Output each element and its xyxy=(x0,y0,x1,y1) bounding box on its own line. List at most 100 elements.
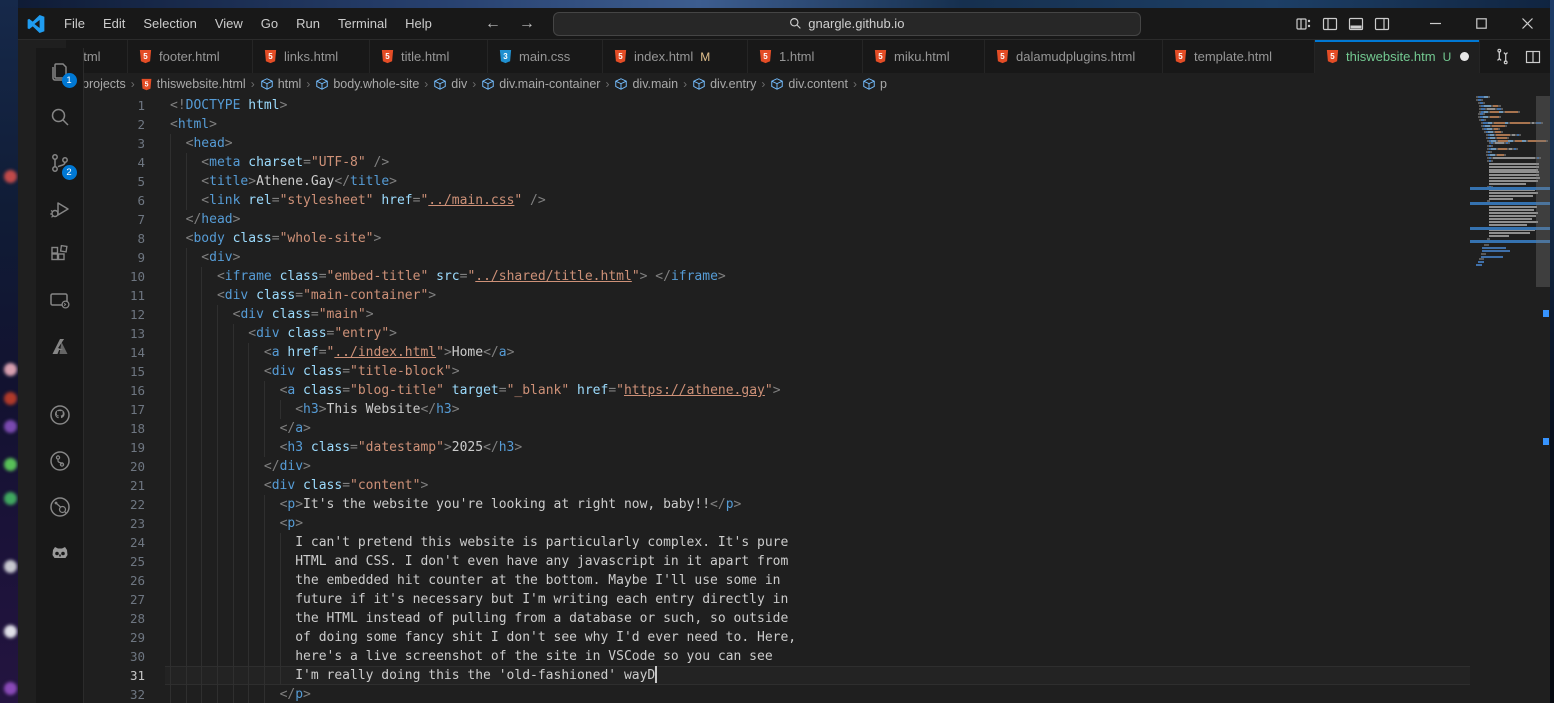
indent-guide xyxy=(248,476,249,495)
close-button[interactable] xyxy=(1504,8,1550,39)
code-text: <h3 class="datestamp">2025</h3> xyxy=(170,438,1470,457)
code-editor[interactable]: 1<!DOCTYPE html>2<html>3<head>4<meta cha… xyxy=(66,95,1550,703)
tab-thiswebsite-html[interactable]: 5thiswebsite.htmlU xyxy=(1315,40,1480,73)
indent-guide xyxy=(217,438,218,457)
tab-title-html[interactable]: 5title.html xyxy=(370,40,488,73)
toggle-primary-sidebar-icon[interactable] xyxy=(1322,16,1338,32)
breadcrumb-item-div[interactable]: div xyxy=(433,77,467,91)
breadcrumb-item-html[interactable]: html xyxy=(260,77,302,91)
tab-main-css[interactable]: 3main.css xyxy=(488,40,603,73)
breadcrumb-separator: › xyxy=(424,77,428,91)
code-text: <p> xyxy=(170,514,1470,533)
customize-layout-icon[interactable] xyxy=(1296,16,1312,32)
godot-icon xyxy=(48,541,72,565)
breadcrumb-item-projects[interactable]: projects xyxy=(82,77,126,91)
breadcrumb-item-thiswebsite-html[interactable]: 5thiswebsite.html xyxy=(140,77,246,91)
tab-label: links.html xyxy=(284,49,338,64)
html-file-icon: 5 xyxy=(995,49,1010,64)
tab-template-html[interactable]: 5template.html xyxy=(1163,40,1315,73)
code-text: HTML and CSS. I don't even have any java… xyxy=(170,552,1470,571)
dirty-indicator[interactable] xyxy=(1460,52,1469,61)
menu-item-run[interactable]: Run xyxy=(287,9,329,39)
maximize-button[interactable] xyxy=(1458,8,1504,39)
code-text: <h3>This Website</h3> xyxy=(170,400,1470,419)
indent-guide xyxy=(248,457,249,476)
tab-links-html[interactable]: 5links.html xyxy=(253,40,370,73)
tab-dalamudplugins-html[interactable]: 5dalamudplugins.html xyxy=(985,40,1163,73)
code-line-content: </div> xyxy=(170,457,1470,476)
command-center-search[interactable]: gnargle.github.io xyxy=(553,12,1141,36)
tab-1-html[interactable]: 51.html xyxy=(748,40,863,73)
menu-item-go[interactable]: Go xyxy=(252,9,287,39)
indent-guide xyxy=(233,514,234,533)
code-text: <div class="title-block"> xyxy=(170,362,1470,381)
indent-guide xyxy=(264,685,265,703)
indent-guide xyxy=(217,647,218,666)
code-line: 3<head> xyxy=(66,134,1470,153)
menu-item-terminal[interactable]: Terminal xyxy=(329,9,396,39)
sidebar-item-azure[interactable] xyxy=(36,324,84,370)
indent-guide xyxy=(201,571,202,590)
indent-guide xyxy=(217,381,218,400)
code-text: the embedded hit counter at the bottom. … xyxy=(170,571,1470,590)
vertical-scrollbar[interactable] xyxy=(1536,95,1550,703)
sidebar-item-run-debug[interactable] xyxy=(36,186,84,232)
indent-guide xyxy=(186,267,187,286)
code-line: 17<h3>This Website</h3> xyxy=(66,400,1470,419)
indent-guide xyxy=(170,590,171,609)
menu-item-view[interactable]: View xyxy=(206,9,252,39)
indent-guide xyxy=(233,628,234,647)
sidebar-item-explorer[interactable]: 1 xyxy=(36,48,84,94)
scrollbar-slider[interactable] xyxy=(1536,96,1550,287)
code-text: <div class="entry"> xyxy=(170,324,1470,343)
breadcrumb-item-div-main-container[interactable]: div.main-container xyxy=(481,77,600,91)
toggle-secondary-sidebar-icon[interactable] xyxy=(1374,16,1390,32)
breadcrumb-item-div-content[interactable]: div.content xyxy=(770,77,848,91)
breadcrumb-item-div-main[interactable]: div.main xyxy=(614,77,678,91)
sidebar-item-extensions[interactable] xyxy=(36,232,84,278)
menu-item-edit[interactable]: Edit xyxy=(94,9,134,39)
back-button[interactable]: ← xyxy=(485,15,501,33)
indent-guide xyxy=(248,362,249,381)
sidebar-item-source-control[interactable]: 2 xyxy=(36,140,84,186)
breadcrumb-item-p[interactable]: p xyxy=(862,77,887,91)
sidebar-item-commit-graph[interactable] xyxy=(36,438,84,484)
tab-miku-html[interactable]: 5miku.html xyxy=(863,40,985,73)
sidebar-item-godot-tools[interactable] xyxy=(36,530,84,576)
open-changes-icon[interactable] xyxy=(1494,48,1511,65)
indent-guide xyxy=(186,571,187,590)
github-icon xyxy=(48,403,72,427)
split-editor-icon[interactable] xyxy=(1525,49,1541,65)
indent-guide xyxy=(264,666,265,685)
title-bar: FileEditSelectionViewGoRunTerminalHelp ←… xyxy=(18,8,1550,40)
code-text: <title>Athene.Gay</title> xyxy=(170,172,1470,191)
sidebar-item-search[interactable] xyxy=(36,94,84,140)
forward-button[interactable]: → xyxy=(519,15,535,33)
indent-guide xyxy=(170,324,171,343)
minimize-button[interactable] xyxy=(1412,8,1458,39)
sidebar-item-remote-explorer[interactable] xyxy=(36,278,84,324)
minimap-line xyxy=(1478,261,1484,263)
minimap-line xyxy=(1489,235,1509,237)
indent-guide xyxy=(233,419,234,438)
azure-icon xyxy=(48,335,72,359)
breadcrumb-label: div.content xyxy=(788,77,848,91)
menu-item-file[interactable]: File xyxy=(55,9,94,39)
indent-guide xyxy=(233,590,234,609)
code-line: 24I can't pretend this website is partic… xyxy=(66,533,1470,552)
tab-footer-html[interactable]: 5footer.html xyxy=(128,40,253,73)
breadcrumb-item-body-whole-site[interactable]: body.whole-site xyxy=(315,77,419,91)
sidebar-item-search-commits[interactable] xyxy=(36,484,84,530)
minimap-line xyxy=(1481,256,1503,258)
tab-index-html[interactable]: 5index.htmlM xyxy=(603,40,748,73)
menu-item-help[interactable]: Help xyxy=(396,9,441,39)
breadcrumb-item-div-entry[interactable]: div.entry xyxy=(692,77,756,91)
minimap-line xyxy=(1486,134,1522,136)
indent-guide xyxy=(201,514,202,533)
toggle-panel-icon[interactable] xyxy=(1348,16,1364,32)
taskbar-app-icon xyxy=(4,420,17,433)
tab-git-badge: M xyxy=(700,50,710,64)
code-text: <div class="main-container"> xyxy=(170,286,1470,305)
sidebar-item-github[interactable] xyxy=(36,392,84,438)
menu-item-selection[interactable]: Selection xyxy=(134,9,205,39)
